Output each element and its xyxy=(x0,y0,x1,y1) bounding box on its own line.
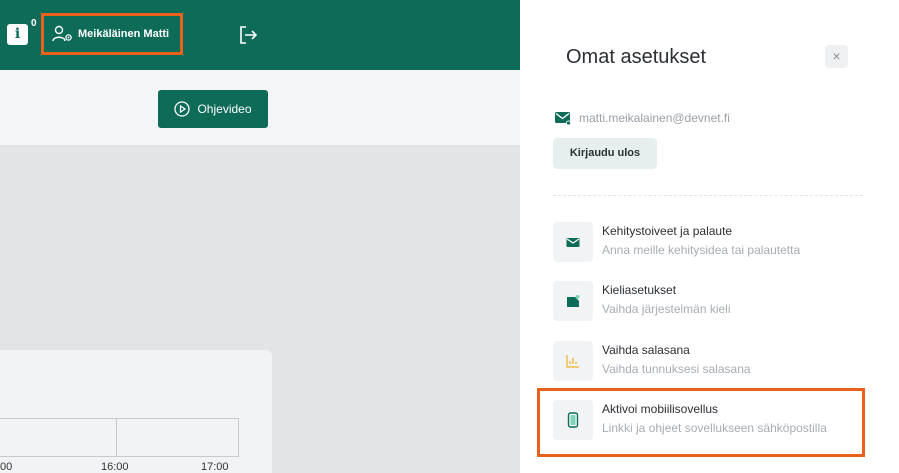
language-icon xyxy=(567,295,580,307)
divider xyxy=(553,195,863,196)
menu-icon-box xyxy=(553,281,593,321)
menu-item-title: Kehitystoiveet ja palaute xyxy=(602,224,733,238)
help-video-label: Ohjevideo xyxy=(197,102,252,116)
menu-icon-box xyxy=(553,341,593,381)
time-label: 17:00 xyxy=(201,461,229,473)
play-circle-icon xyxy=(174,101,191,117)
logout-icon[interactable] xyxy=(237,24,259,46)
menu-item-feedback[interactable]: Kehitystoiveet ja palaute Anna meille ke… xyxy=(553,221,873,265)
calendar-grid-divider xyxy=(116,418,117,457)
panel-title: Omat asetukset xyxy=(566,46,707,68)
mail-icon xyxy=(555,112,571,126)
user-name-label: Meikäläinen Matti xyxy=(78,28,170,40)
menu-item-title: Kieliasetukset xyxy=(602,283,677,297)
info-count-badge: 0 xyxy=(31,18,37,29)
time-label: 00 xyxy=(0,461,13,473)
help-video-button[interactable]: Ohjevideo xyxy=(158,90,268,128)
user-menu-button[interactable]: Meikäläinen Matti xyxy=(41,13,183,55)
menu-item-subtitle: Anna meille kehitysidea tai palautetta xyxy=(602,243,801,257)
menu-item-title: Vaihda salasana xyxy=(602,343,690,357)
menu-item-password[interactable]: Vaihda salasana Vaihda tunnuksesi salasa… xyxy=(553,340,873,384)
close-button[interactable]: × xyxy=(825,45,848,68)
logout-button[interactable]: Kirjaudu ulos xyxy=(553,138,657,169)
menu-item-language[interactable]: Kieliasetukset Vaihda järjestelmän kieli xyxy=(553,280,873,324)
email-address: matti.meikalainen@devnet.fi xyxy=(579,111,730,125)
menu-icon-box xyxy=(553,222,593,262)
menu-item-subtitle: Vaihda tunnuksesi salasana xyxy=(602,362,751,376)
email-row: matti.meikalainen@devnet.fi xyxy=(554,110,730,126)
calendar-grid xyxy=(0,418,239,457)
envelope-icon xyxy=(566,238,580,247)
user-settings-icon xyxy=(52,25,72,42)
time-label: 16:00 xyxy=(101,461,129,473)
chart-icon xyxy=(566,355,579,368)
info-icon[interactable]: i xyxy=(7,24,28,45)
menu-item-subtitle: Vaihda järjestelmän kieli xyxy=(602,302,731,316)
highlight-box xyxy=(537,388,865,457)
